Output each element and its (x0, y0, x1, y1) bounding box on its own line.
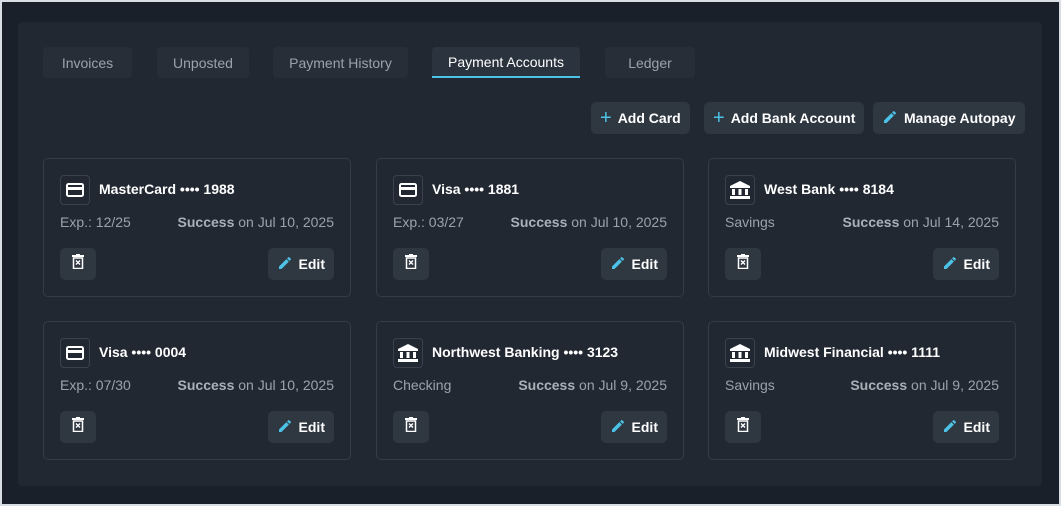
edit-button[interactable]: Edit (600, 411, 667, 443)
bank-icon (725, 175, 755, 205)
account-name: West Bank •••• 8184 (764, 181, 894, 197)
trash-icon (72, 417, 84, 437)
status-label: Success (510, 214, 568, 230)
credit-card-icon (60, 338, 90, 368)
pencil-icon (942, 418, 958, 437)
trash-icon (405, 254, 417, 274)
edit-label: Edit (631, 419, 658, 435)
account-card: Northwest Banking •••• 3123 Checking Suc… (376, 321, 684, 460)
add-bank-account-button[interactable]: + Add Bank Account (704, 102, 865, 134)
status-date: on Jul 14, 2025 (903, 214, 999, 230)
manage-autopay-button[interactable]: Manage Autopay (873, 102, 1025, 134)
credit-card-icon (60, 175, 90, 205)
delete-button[interactable] (725, 411, 761, 443)
trash-icon (72, 254, 84, 274)
add-bank-label: Add Bank Account (730, 110, 856, 126)
last-payment-status: Success on Jul 9, 2025 (850, 377, 999, 393)
add-card-button[interactable]: + Add Card (591, 102, 690, 134)
status-label: Success (842, 214, 900, 230)
delete-button[interactable] (60, 248, 96, 280)
status-label: Success (177, 214, 235, 230)
tab-unposted[interactable]: Unposted (157, 47, 249, 78)
status-label: Success (518, 377, 576, 393)
edit-label: Edit (298, 256, 325, 272)
status-date: on Jul 9, 2025 (911, 377, 999, 393)
account-detail: Savings (725, 377, 775, 393)
account-card: West Bank •••• 8184 Savings Success on J… (708, 158, 1016, 297)
account-name: Visa •••• 1881 (432, 181, 520, 197)
edit-button[interactable]: Edit (600, 248, 667, 280)
account-card: Visa •••• 0004 Exp.: 07/30 Success on Ju… (43, 321, 351, 460)
payment-panel: Invoices Unposted Payment History Paymen… (18, 22, 1042, 486)
pencil-icon (610, 418, 626, 437)
plus-icon: + (713, 107, 725, 129)
tab-payment-accounts[interactable]: Payment Accounts (432, 47, 580, 78)
credit-card-icon (393, 175, 423, 205)
manage-autopay-label: Manage Autopay (904, 110, 1016, 126)
bank-icon (393, 338, 423, 368)
tab-ledger[interactable]: Ledger (605, 47, 695, 78)
account-card: Midwest Financial •••• 1111 Savings Succ… (708, 321, 1016, 460)
app-frame: Invoices Unposted Payment History Paymen… (2, 2, 1059, 504)
last-payment-status: Success on Jul 9, 2025 (518, 377, 667, 393)
account-detail: Exp.: 03/27 (393, 214, 464, 230)
status-label: Success (850, 377, 908, 393)
edit-button[interactable]: Edit (932, 411, 999, 443)
last-payment-status: Success on Jul 10, 2025 (178, 214, 334, 230)
status-date: on Jul 9, 2025 (579, 377, 667, 393)
trash-icon (405, 417, 417, 437)
account-name: Northwest Banking •••• 3123 (432, 344, 619, 360)
account-card: MasterCard •••• 1988 Exp.: 12/25 Success… (43, 158, 351, 297)
trash-icon (737, 417, 749, 437)
edit-button[interactable]: Edit (267, 411, 334, 443)
edit-button[interactable]: Edit (267, 248, 334, 280)
account-detail: Checking (393, 377, 452, 393)
edit-button[interactable]: Edit (932, 248, 999, 280)
delete-button[interactable] (725, 248, 761, 280)
tab-invoices[interactable]: Invoices (43, 47, 132, 78)
last-payment-status: Success on Jul 10, 2025 (178, 377, 334, 393)
pencil-icon (610, 255, 626, 274)
edit-label: Edit (963, 419, 990, 435)
delete-button[interactable] (60, 411, 96, 443)
add-card-label: Add Card (617, 110, 681, 126)
pencil-icon (277, 255, 293, 274)
account-detail: Exp.: 12/25 (60, 214, 131, 230)
tab-payment-history[interactable]: Payment History (273, 47, 408, 78)
pencil-icon (882, 109, 898, 128)
edit-label: Edit (298, 419, 325, 435)
account-detail: Exp.: 07/30 (60, 377, 131, 393)
account-name: Midwest Financial •••• 1111 (764, 344, 941, 360)
bank-icon (725, 338, 755, 368)
pencil-icon (277, 418, 293, 437)
plus-icon: + (600, 107, 612, 129)
account-name: MasterCard •••• 1988 (99, 181, 235, 197)
last-payment-status: Success on Jul 10, 2025 (511, 214, 667, 230)
delete-button[interactable] (393, 248, 429, 280)
status-date: on Jul 10, 2025 (238, 377, 334, 393)
status-date: on Jul 10, 2025 (571, 214, 667, 230)
edit-label: Edit (631, 256, 658, 272)
account-name: Visa •••• 0004 (99, 344, 187, 360)
pencil-icon (942, 255, 958, 274)
delete-button[interactable] (393, 411, 429, 443)
edit-label: Edit (963, 256, 990, 272)
last-payment-status: Success on Jul 14, 2025 (843, 214, 999, 230)
status-label: Success (177, 377, 235, 393)
account-card: Visa •••• 1881 Exp.: 03/27 Success on Ju… (376, 158, 684, 297)
status-date: on Jul 10, 2025 (238, 214, 334, 230)
trash-icon (737, 254, 749, 274)
account-detail: Savings (725, 214, 775, 230)
